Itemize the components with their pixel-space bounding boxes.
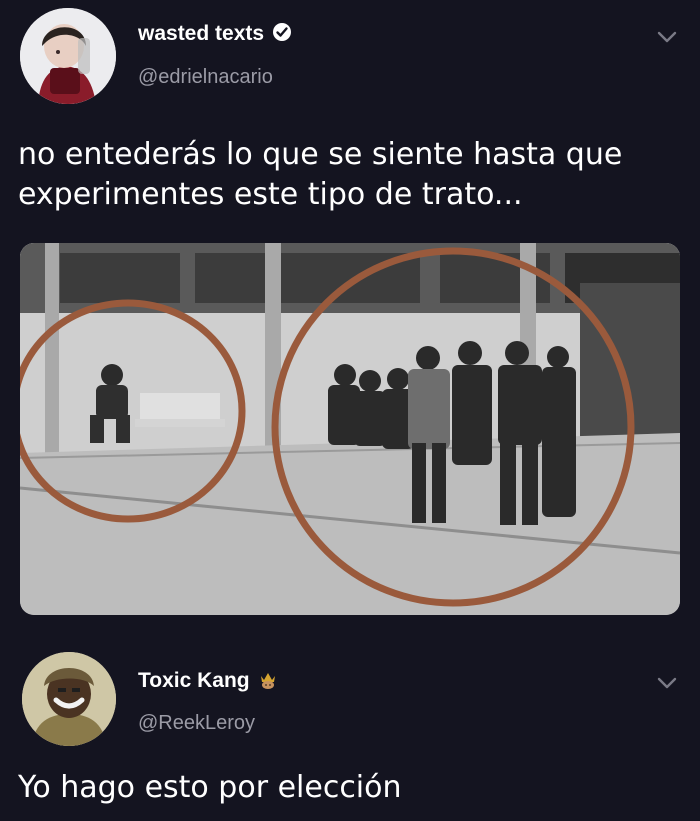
tweet-text: Yo hago esto por elección [18,770,402,805]
tweet-photo[interactable] [20,243,680,615]
user-name[interactable]: wasted texts [138,22,264,46]
user-name-row: Toxic Kang [138,668,278,694]
user-handle[interactable]: @ReekLeroy [138,712,255,735]
reply-tweet: Toxic Kang @ReekLeroy Yo hago esto por e… [0,640,700,821]
chevron-down-icon[interactable] [656,30,678,44]
photo-illustration [20,243,680,615]
avatar[interactable] [20,8,116,104]
crown-emoji-icon [258,668,278,694]
tweet-text: no entederás lo que se siente hasta que … [18,137,623,212]
avatar-illustration [20,8,116,104]
avatar[interactable] [22,652,116,746]
verified-icon [272,22,292,46]
user-name-row: wasted texts [138,22,292,46]
tweet: wasted texts @edrielnacario no entederás… [0,0,700,640]
user-name[interactable]: Toxic Kang [138,669,250,693]
user-handle[interactable]: @edrielnacario [138,66,273,89]
avatar-illustration [22,652,116,746]
chevron-down-icon[interactable] [656,676,678,690]
